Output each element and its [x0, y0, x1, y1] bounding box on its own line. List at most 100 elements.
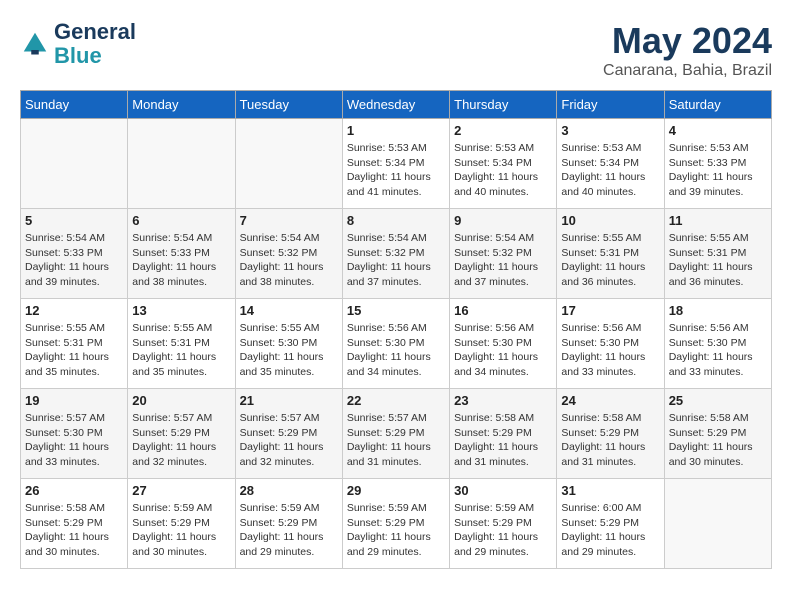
day-info: Sunrise: 5:59 AM Sunset: 5:29 PM Dayligh…	[240, 501, 338, 560]
day-number: 10	[561, 213, 659, 228]
calendar-cell: 17 Sunrise: 5:56 AM Sunset: 5:30 PM Dayli…	[557, 299, 664, 389]
month-title: May 2024	[603, 20, 772, 62]
day-info: Sunrise: 5:55 AM Sunset: 5:31 PM Dayligh…	[25, 321, 123, 380]
weekday-header-sunday: Sunday	[21, 91, 128, 119]
day-info: Sunrise: 5:57 AM Sunset: 5:29 PM Dayligh…	[240, 411, 338, 470]
calendar-cell: 24 Sunrise: 5:58 AM Sunset: 5:29 PM Dayli…	[557, 389, 664, 479]
calendar-cell: 20 Sunrise: 5:57 AM Sunset: 5:29 PM Dayli…	[128, 389, 235, 479]
day-number: 27	[132, 483, 230, 498]
day-info: Sunrise: 5:58 AM Sunset: 5:29 PM Dayligh…	[25, 501, 123, 560]
calendar-cell: 12 Sunrise: 5:55 AM Sunset: 5:31 PM Dayli…	[21, 299, 128, 389]
day-number: 26	[25, 483, 123, 498]
calendar-cell	[21, 119, 128, 209]
calendar-cell: 15 Sunrise: 5:56 AM Sunset: 5:30 PM Dayli…	[342, 299, 449, 389]
weekday-header-row: SundayMondayTuesdayWednesdayThursdayFrid…	[21, 91, 772, 119]
calendar-cell: 26 Sunrise: 5:58 AM Sunset: 5:29 PM Dayli…	[21, 479, 128, 569]
day-info: Sunrise: 5:53 AM Sunset: 5:34 PM Dayligh…	[454, 141, 552, 200]
day-number: 18	[669, 303, 767, 318]
calendar-cell: 27 Sunrise: 5:59 AM Sunset: 5:29 PM Dayli…	[128, 479, 235, 569]
weekday-header-friday: Friday	[557, 91, 664, 119]
weekday-header-thursday: Thursday	[450, 91, 557, 119]
day-info: Sunrise: 5:54 AM Sunset: 5:33 PM Dayligh…	[132, 231, 230, 290]
calendar-cell: 5 Sunrise: 5:54 AM Sunset: 5:33 PM Daylig…	[21, 209, 128, 299]
calendar-cell: 29Sunrise: 5:59 AM Sunset: 5:29 PM Dayli…	[342, 479, 449, 569]
day-info: Sunrise: 5:59 AM Sunset: 5:29 PM Dayligh…	[132, 501, 230, 560]
day-info: Sunrise: 5:55 AM Sunset: 5:31 PM Dayligh…	[561, 231, 659, 290]
day-info: Sunrise: 5:53 AM Sunset: 5:34 PM Dayligh…	[347, 141, 445, 200]
weekday-header-saturday: Saturday	[664, 91, 771, 119]
day-number: 25	[669, 393, 767, 408]
title-block: May 2024 Canarana, Bahia, Brazil	[603, 20, 772, 80]
day-number: 22	[347, 393, 445, 408]
day-info: Sunrise: 5:59 AM Sunset: 5:29 PM Dayligh…	[454, 501, 552, 560]
logo-text: GeneralBlue	[54, 20, 136, 68]
calendar-cell: 1 Sunrise: 5:53 AM Sunset: 5:34 PM Daylig…	[342, 119, 449, 209]
day-number: 30	[454, 483, 552, 498]
calendar-cell: 2 Sunrise: 5:53 AM Sunset: 5:34 PM Daylig…	[450, 119, 557, 209]
day-number: 29	[347, 483, 445, 498]
day-number: 19	[25, 393, 123, 408]
day-number: 11	[669, 213, 767, 228]
day-number: 7	[240, 213, 338, 228]
day-number: 3	[561, 123, 659, 138]
weekday-header-tuesday: Tuesday	[235, 91, 342, 119]
day-info: Sunrise: 6:00 AM Sunset: 5:29 PM Dayligh…	[561, 501, 659, 560]
day-number: 17	[561, 303, 659, 318]
day-info: Sunrise: 5:55 AM Sunset: 5:31 PM Dayligh…	[132, 321, 230, 380]
day-number: 20	[132, 393, 230, 408]
calendar-cell: 25Sunrise: 5:58 AM Sunset: 5:29 PM Dayli…	[664, 389, 771, 479]
day-info: Sunrise: 5:58 AM Sunset: 5:29 PM Dayligh…	[454, 411, 552, 470]
day-number: 24	[561, 393, 659, 408]
day-info: Sunrise: 5:55 AM Sunset: 5:30 PM Dayligh…	[240, 321, 338, 380]
day-number: 5	[25, 213, 123, 228]
day-info: Sunrise: 5:58 AM Sunset: 5:29 PM Dayligh…	[561, 411, 659, 470]
calendar-cell: 30 Sunrise: 5:59 AM Sunset: 5:29 PM Dayli…	[450, 479, 557, 569]
week-row-5: 26 Sunrise: 5:58 AM Sunset: 5:29 PM Dayli…	[21, 479, 772, 569]
week-row-1: 1 Sunrise: 5:53 AM Sunset: 5:34 PM Daylig…	[21, 119, 772, 209]
calendar-cell	[235, 119, 342, 209]
day-info: Sunrise: 5:53 AM Sunset: 5:33 PM Dayligh…	[669, 141, 767, 200]
calendar-cell: 4 Sunrise: 5:53 AM Sunset: 5:33 PM Daylig…	[664, 119, 771, 209]
day-number: 9	[454, 213, 552, 228]
day-info: Sunrise: 5:54 AM Sunset: 5:32 PM Dayligh…	[454, 231, 552, 290]
day-number: 4	[669, 123, 767, 138]
calendar-cell: 21 Sunrise: 5:57 AM Sunset: 5:29 PM Dayli…	[235, 389, 342, 479]
day-number: 2	[454, 123, 552, 138]
calendar-cell	[128, 119, 235, 209]
day-info: Sunrise: 5:53 AM Sunset: 5:34 PM Dayligh…	[561, 141, 659, 200]
week-row-2: 5 Sunrise: 5:54 AM Sunset: 5:33 PM Daylig…	[21, 209, 772, 299]
calendar-cell: 10 Sunrise: 5:55 AM Sunset: 5:31 PM Dayli…	[557, 209, 664, 299]
day-number: 21	[240, 393, 338, 408]
day-info: Sunrise: 5:54 AM Sunset: 5:33 PM Dayligh…	[25, 231, 123, 290]
day-info: Sunrise: 5:56 AM Sunset: 5:30 PM Dayligh…	[561, 321, 659, 380]
day-info: Sunrise: 5:56 AM Sunset: 5:30 PM Dayligh…	[454, 321, 552, 380]
day-info: Sunrise: 5:54 AM Sunset: 5:32 PM Dayligh…	[240, 231, 338, 290]
calendar-cell: 19 Sunrise: 5:57 AM Sunset: 5:30 PM Dayli…	[21, 389, 128, 479]
logo: GeneralBlue	[20, 20, 136, 68]
calendar-cell: 16Sunrise: 5:56 AM Sunset: 5:30 PM Dayli…	[450, 299, 557, 389]
day-info: Sunrise: 5:56 AM Sunset: 5:30 PM Dayligh…	[669, 321, 767, 380]
weekday-header-wednesday: Wednesday	[342, 91, 449, 119]
day-info: Sunrise: 5:57 AM Sunset: 5:29 PM Dayligh…	[132, 411, 230, 470]
calendar-cell: 9 Sunrise: 5:54 AM Sunset: 5:32 PM Daylig…	[450, 209, 557, 299]
day-info: Sunrise: 5:57 AM Sunset: 5:30 PM Dayligh…	[25, 411, 123, 470]
day-number: 12	[25, 303, 123, 318]
day-number: 1	[347, 123, 445, 138]
calendar-cell: 3 Sunrise: 5:53 AM Sunset: 5:34 PM Daylig…	[557, 119, 664, 209]
calendar-cell: 23 Sunrise: 5:58 AM Sunset: 5:29 PM Dayli…	[450, 389, 557, 479]
weekday-header-monday: Monday	[128, 91, 235, 119]
day-number: 13	[132, 303, 230, 318]
day-number: 23	[454, 393, 552, 408]
location: Canarana, Bahia, Brazil	[603, 62, 772, 80]
day-number: 6	[132, 213, 230, 228]
week-row-3: 12 Sunrise: 5:55 AM Sunset: 5:31 PM Dayli…	[21, 299, 772, 389]
week-row-4: 19 Sunrise: 5:57 AM Sunset: 5:30 PM Dayli…	[21, 389, 772, 479]
calendar-cell: 18 Sunrise: 5:56 AM Sunset: 5:30 PM Dayli…	[664, 299, 771, 389]
calendar-cell: 14Sunrise: 5:55 AM Sunset: 5:30 PM Dayli…	[235, 299, 342, 389]
day-info: Sunrise: 5:56 AM Sunset: 5:30 PM Dayligh…	[347, 321, 445, 380]
calendar-cell: 13 Sunrise: 5:55 AM Sunset: 5:31 PM Dayli…	[128, 299, 235, 389]
day-number: 8	[347, 213, 445, 228]
day-number: 28	[240, 483, 338, 498]
page-header: GeneralBlue May 2024 Canarana, Bahia, Br…	[20, 20, 772, 80]
day-number: 15	[347, 303, 445, 318]
